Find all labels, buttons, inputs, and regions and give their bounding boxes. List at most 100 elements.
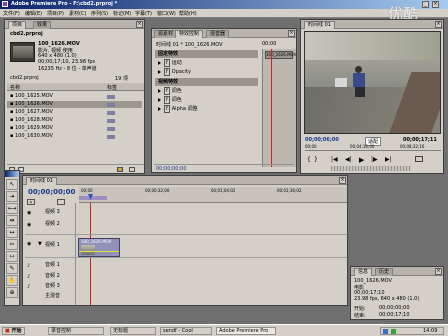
effect-row-color[interactable]: f 调色 [155, 87, 258, 95]
taskbar-item[interactable]: Adobe Premiere Pro [216, 327, 276, 335]
snap-icon[interactable]: ⌂ [27, 199, 35, 205]
list-item[interactable]: ▪ 100_1627.MOV [7, 109, 142, 116]
list-item[interactable]: ▪ 100_1625.MOV [7, 93, 142, 100]
work-area-bar[interactable] [79, 196, 107, 200]
marker-icon[interactable] [57, 199, 65, 205]
panel-close-icon[interactable]: × [435, 268, 442, 275]
zoom-tool-icon[interactable]: ⊕ [6, 287, 18, 298]
track-audio-2: ♪ 音频 2 [25, 272, 347, 281]
fx-icon: f [164, 96, 170, 104]
menu-window[interactable]: 窗口(W) [157, 10, 176, 17]
eye-icon[interactable]: ◉ [27, 209, 31, 217]
expand-triangle-icon[interactable] [158, 60, 161, 65]
selection-tool-icon[interactable]: ↖ [6, 179, 18, 190]
opacity-line[interactable] [79, 251, 119, 252]
col-label[interactable]: 标签 [107, 84, 117, 91]
col-name[interactable]: 名称 [10, 84, 20, 91]
tab-timeline[interactable]: 时间线 01 [26, 177, 57, 185]
window-title: Adobe Premiere Pro - F:\cbd2.prproj * [11, 1, 118, 7]
ripple-edit-tool-icon[interactable]: ⟷ [6, 203, 18, 214]
close-button[interactable]: × [432, 1, 439, 8]
list-item[interactable]: ▪ 100_1629.MOV [7, 125, 142, 132]
set-in-icon[interactable]: { [307, 156, 311, 163]
panel-close-icon[interactable]: × [288, 30, 295, 37]
tab-effect-controls[interactable]: 特效控制 [175, 30, 204, 38]
track-label: 音频 1 [45, 262, 60, 268]
menu-sequence[interactable]: 序列(S) [91, 10, 108, 17]
ruler-tick: 00;00;32;00 [145, 188, 170, 193]
speaker-icon[interactable]: ♪ [27, 262, 30, 270]
project-file-label: cbd2.prproj [10, 31, 43, 37]
effect-section-header[interactable]: 视频特效 [155, 78, 258, 86]
menu-help[interactable]: 帮助(H) [179, 10, 197, 17]
new-bin-icon[interactable] [117, 167, 123, 172]
menu-marker[interactable]: 标记(M) [113, 10, 131, 17]
menu-clip[interactable]: 素材(C) [69, 10, 86, 17]
tab-source[interactable]: 源素材 [154, 30, 178, 38]
effect-section-header[interactable]: 固定特效 [155, 50, 258, 58]
rolling-edit-tool-icon[interactable]: ⇹ [6, 215, 18, 226]
rate-stretch-tool-icon[interactable]: ↔ [6, 227, 18, 238]
step-forward-icon[interactable]: |▶ [371, 156, 378, 163]
eye-icon[interactable]: ◉ [27, 221, 31, 229]
menu-edit[interactable]: 编辑(E) [25, 10, 42, 17]
set-out-icon[interactable]: } [314, 156, 318, 163]
expand-triangle-icon[interactable] [158, 106, 161, 111]
delete-icon[interactable] [129, 167, 135, 172]
export-frame-icon[interactable] [415, 156, 423, 162]
tab-history[interactable]: 历史 [375, 268, 394, 276]
panel-close-icon[interactable]: × [339, 177, 346, 184]
tab-effects[interactable]: 效果 [33, 21, 52, 29]
effect-row-motion[interactable]: f 运动 [155, 59, 258, 67]
video-clip[interactable]: 100_1626.MOV [78, 238, 120, 257]
expand-triangle-icon[interactable] [158, 88, 161, 93]
menu-title[interactable]: 字幕(T) [135, 10, 152, 17]
ruler-tick: 00;01;04;02 [211, 188, 236, 193]
hand-tool-icon[interactable]: ✋ [6, 275, 18, 286]
track-select-tool-icon[interactable]: ⇥ [6, 191, 18, 202]
eye-icon[interactable]: ◉ [27, 241, 31, 247]
list-item[interactable]: ▪ 100_1630.MOV [7, 133, 142, 140]
step-back-icon[interactable]: ◀| [345, 156, 352, 163]
jog-shuttle[interactable] [331, 166, 411, 171]
taskbar-item[interactable]: 录音控制 [48, 327, 104, 335]
minimize-button[interactable]: _ [422, 1, 429, 8]
panel-close-icon[interactable]: × [136, 21, 143, 28]
panel-close-icon[interactable]: × [435, 21, 442, 28]
start-button[interactable]: ■ 开始 [2, 327, 25, 335]
clip-audio: 16235 Hz - 8 位 - 单声道 [38, 66, 97, 72]
tools-panel: ↖ ⇥ ⟷ ⇹ ↔ ✂ ⇿ ✎ ✋ ⊕ [4, 170, 20, 306]
expand-triangle-icon[interactable] [158, 97, 161, 102]
tab-project[interactable]: 项目 [8, 21, 27, 29]
timeline-ruler[interactable]: 00;00 00;00;32;00 00;01;04;02 00;01;36;0… [79, 187, 347, 203]
speaker-icon[interactable]: ♪ [27, 283, 30, 291]
menu-file[interactable]: 文件(F) [3, 10, 20, 17]
track-label: 音频 3 [45, 283, 60, 289]
expand-triangle-icon[interactable] [158, 69, 161, 74]
speaker-icon[interactable]: ♪ [27, 273, 30, 281]
taskbar-item[interactable]: 无标题 [110, 327, 156, 335]
slip-tool-icon[interactable]: ⇿ [6, 251, 18, 262]
collapse-triangle-icon[interactable]: ▼ [38, 241, 42, 247]
menu-project[interactable]: 项目(P) [47, 10, 64, 17]
effect-row-color[interactable]: f 调色 [155, 96, 258, 104]
play-icon[interactable]: ▶ [359, 156, 364, 164]
razor-tool-icon[interactable]: ✂ [6, 239, 18, 250]
effect-row-opacity[interactable]: f Opacity [155, 68, 258, 76]
effect-row-alpha[interactable]: f Alpha 调整 [155, 105, 258, 113]
monitor-ruler[interactable]: 00;00 00;04;16;00 00;08;32;16 [305, 144, 441, 151]
go-to-in-icon[interactable]: |◀ [331, 156, 338, 163]
app-icon [2, 1, 8, 7]
tray-icon[interactable] [391, 329, 396, 334]
list-item[interactable]: ▪ 100_1628.MOV [7, 117, 142, 124]
tray-icon[interactable] [383, 329, 388, 334]
playhead-line [271, 49, 272, 167]
list-item[interactable]: ▪ 100_1626.MOV [7, 101, 142, 108]
go-to-out-icon[interactable]: ▶| [385, 156, 392, 163]
taskbar-item[interactable]: sendf - Cool [160, 327, 212, 335]
tab-audio-mixer[interactable]: 混音器 [206, 30, 230, 38]
pen-tool-icon[interactable]: ✎ [6, 263, 18, 274]
tab-info[interactable]: 信息 [354, 268, 373, 276]
windows-logo-icon: ■ [5, 328, 10, 334]
tab-monitor[interactable]: 时间线 01 [304, 21, 335, 29]
